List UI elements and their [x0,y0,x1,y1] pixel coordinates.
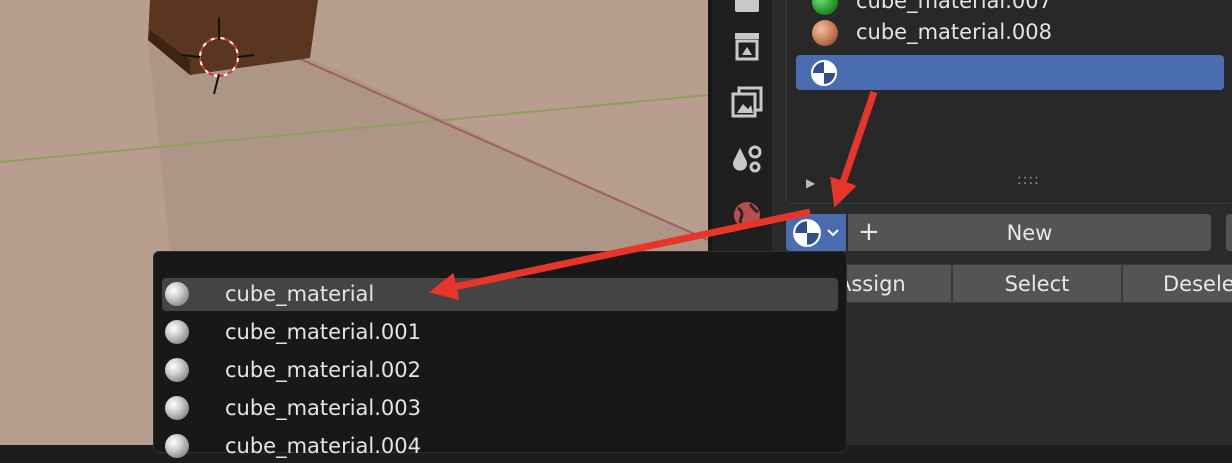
dropdown-item-label: cube_material.004 [225,434,422,458]
material-slot-label: cube_material.008 [856,20,1053,44]
dropdown-item-label: cube_material [225,282,375,306]
material-ball-icon [165,282,189,306]
material-ball-icon [165,320,189,344]
dropdown-item[interactable]: cube_material.002 [162,354,838,387]
slot-specials-button[interactable] [1226,214,1232,251]
dropdown-item[interactable]: cube_material [162,278,838,311]
empty-material-icon [811,60,837,86]
material-ball-icon [165,434,189,458]
list-resize-grip-icon[interactable]: :::: [1017,172,1040,188]
select-label: Select [1004,272,1070,296]
dropdown-item[interactable]: cube_material.003 [162,392,838,425]
dropdown-item-label: cube_material.001 [225,320,422,344]
material-ball-icon [812,20,838,46]
empty-material-icon [793,219,821,247]
dropdown-item-label: cube_material.003 [225,396,422,420]
world-icon[interactable] [730,198,764,232]
new-material-button[interactable]: + New [848,214,1211,251]
chevron-down-icon [827,229,839,237]
material-slot-row[interactable]: cube_material.008 [796,15,1232,51]
dropdown-item[interactable]: cube_material.001 [162,316,838,349]
browse-material-button[interactable] [786,214,846,251]
render-icon[interactable] [730,30,764,64]
deselect-label: Deselect [1163,272,1232,296]
output-icon[interactable] [730,85,764,119]
material-slot-label: cube_material.007 [856,0,1053,13]
deselect-button[interactable]: Deselect [1122,264,1232,303]
material-ball-icon [165,396,189,420]
select-button[interactable]: Select [952,264,1122,303]
assign-button[interactable]: Assign [846,264,952,303]
view-layer-icon[interactable] [730,142,764,176]
new-button-label: New [1006,221,1053,245]
tool-icon[interactable] [730,0,764,20]
material-ball-icon [165,358,189,382]
material-slot-row-selected[interactable] [796,55,1224,90]
assign-label: Assign [847,272,906,296]
dropdown-item-label: cube_material.002 [225,358,422,382]
material-ball-icon [812,0,838,15]
expand-triangle-icon[interactable]: ▶ [806,176,815,190]
dropdown-item[interactable]: cube_material.004 [162,430,838,463]
